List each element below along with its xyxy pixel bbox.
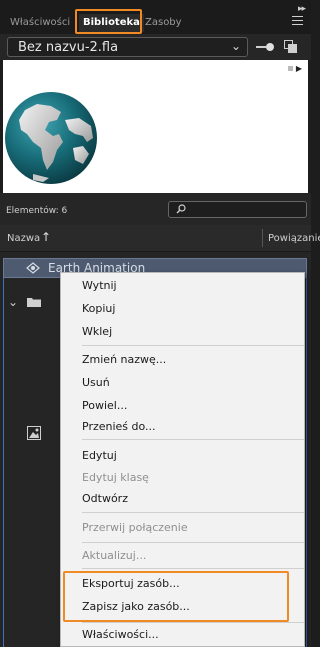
menu-item-kopiuj[interactable]: Kopiuj — [82, 302, 115, 315]
document-name: Bez nazvu-2.fla — [18, 40, 119, 55]
menu-item-edytuj-klase: Edytuj klasę — [82, 471, 149, 484]
new-library-panel-icon[interactable] — [284, 40, 298, 54]
menu-item-wklej[interactable]: Wklej — [82, 325, 112, 338]
collapse-panel-icon[interactable]: ▸▸ — [298, 4, 306, 14]
column-name-header[interactable]: Nazwa — [7, 233, 40, 244]
menu-item-powiel[interactable]: Powiel... — [82, 399, 127, 412]
menu-item-wlasciwosci[interactable]: Właściwości... — [82, 628, 159, 641]
menu-separator — [82, 622, 304, 623]
sort-ascending-icon[interactable]: ↑ — [41, 230, 51, 244]
library-column-header: Nazwa ↑ Powiązanie — [0, 225, 320, 252]
menu-separator — [82, 345, 304, 346]
menu-separator — [82, 439, 304, 440]
menu-separator — [82, 512, 304, 513]
library-toolbar: Elementów: 6 — [0, 193, 311, 225]
chevron-down-icon: ⌄ — [230, 39, 241, 53]
menu-item-odtworz[interactable]: Odtwórz — [82, 492, 128, 505]
menu-item-przerwij-polaczenie: Przerwij połączenie — [82, 521, 188, 534]
panel-tab-bar: ▸▸ Właściwości Biblioteka Zasoby — [0, 0, 311, 34]
column-linkage-header[interactable]: Powiązanie — [268, 233, 320, 244]
symbol-preview: ▶ — [3, 60, 308, 193]
menu-separator — [82, 542, 304, 543]
bitmap-icon[interactable] — [27, 426, 41, 440]
document-dropdown[interactable]: Bez nazvu-2.fla ⌄ — [7, 37, 248, 57]
folder-icon — [27, 298, 41, 307]
movieclip-symbol-icon — [26, 262, 40, 274]
earth-globe-image — [5, 92, 97, 184]
document-row: Bez nazvu-2.fla ⌄ — [0, 34, 311, 60]
preview-play-icon[interactable]: ▶ — [296, 64, 302, 73]
menu-item-edytuj[interactable]: Edytuj — [82, 449, 117, 462]
menu-item-przenies-do[interactable]: Przenieś do... — [82, 420, 156, 433]
column-divider[interactable] — [262, 229, 263, 247]
item-count: Elementów: 6 — [6, 206, 68, 216]
library-search-input[interactable] — [168, 201, 307, 218]
panel-menu-icon[interactable] — [292, 16, 303, 25]
chevron-down-icon[interactable]: ⌄ — [8, 295, 18, 309]
menu-item-zmien-nazwe[interactable]: Zmień nazwę... — [82, 353, 166, 366]
tab-wlasciwosci[interactable]: Właściwości — [6, 14, 74, 32]
menu-item-usun[interactable]: Usuń — [82, 376, 110, 389]
preview-stop-icon[interactable] — [288, 66, 293, 71]
search-icon — [176, 204, 186, 214]
tab-highlight-outline — [75, 9, 142, 34]
menu-item-aktualizuj: Aktualizuj... — [82, 549, 147, 562]
tab-zasoby[interactable]: Zasoby — [141, 14, 186, 32]
menu-highlight-outline — [63, 571, 289, 622]
pin-library-icon[interactable] — [256, 43, 274, 51]
menu-separator — [82, 568, 304, 569]
menu-item-wytnij[interactable]: Wytnij — [82, 279, 117, 292]
